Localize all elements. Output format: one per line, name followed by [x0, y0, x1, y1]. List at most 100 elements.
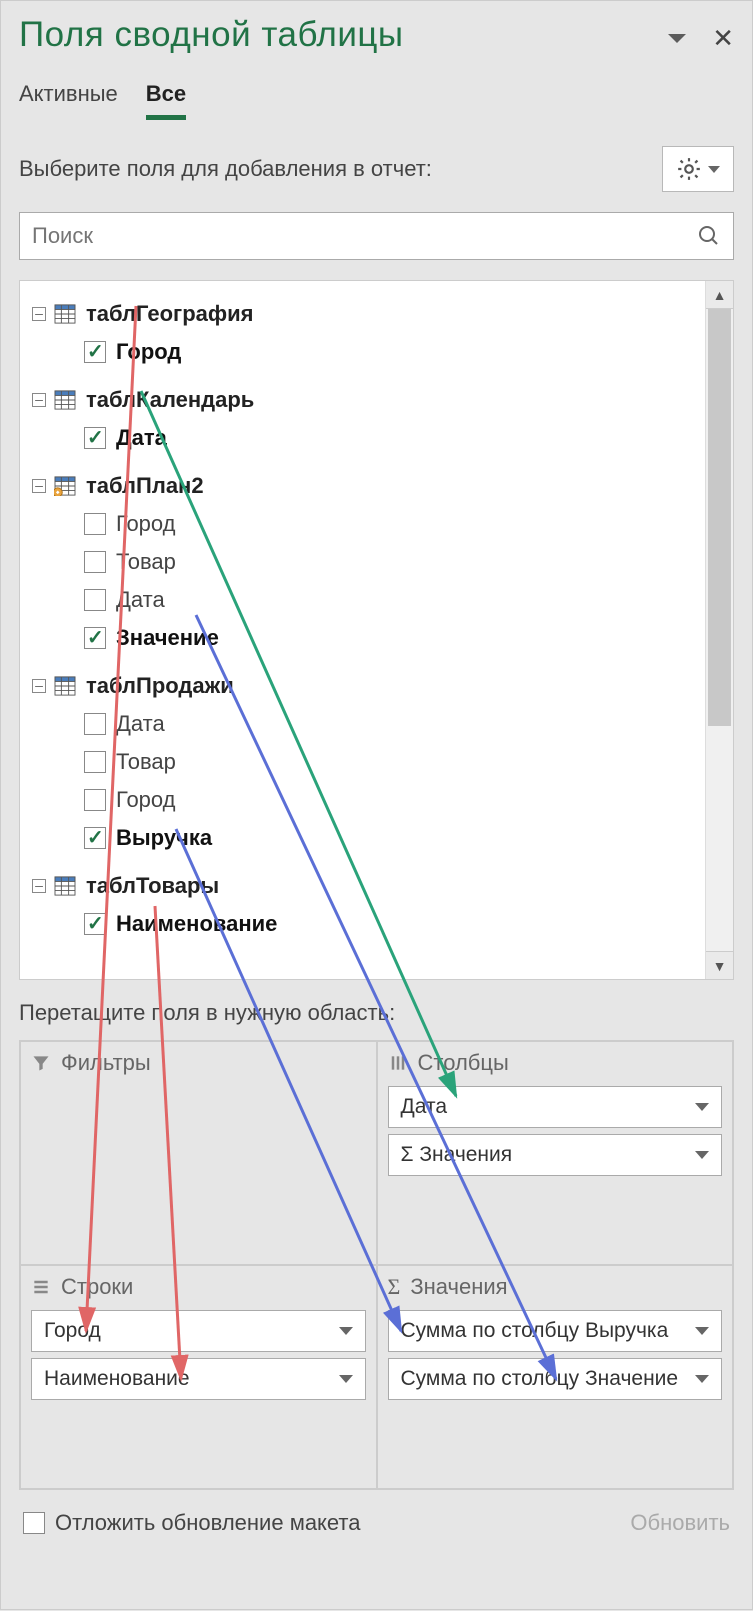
area-rows-header: Строки: [31, 1274, 366, 1300]
area-field-chip[interactable]: Сумма по столбцу Значение: [388, 1358, 723, 1400]
defer-layout-checkbox[interactable]: [23, 1512, 45, 1534]
area-rows[interactable]: Строки Город Наименование: [20, 1265, 377, 1489]
field-label: Город: [116, 787, 176, 813]
field-checkbox[interactable]: [84, 789, 106, 811]
field-label: Дата: [116, 587, 165, 613]
collapse-toggle[interactable]: –: [32, 479, 46, 493]
field-row[interactable]: Дата: [84, 419, 729, 457]
field-row[interactable]: Товар: [84, 743, 729, 781]
chip-label: Сумма по столбцу Значение: [401, 1367, 679, 1391]
field-tree-container: – таблГеография Город – таблКалендарь: [19, 280, 734, 980]
footer: Отложить обновление макета Обновить: [19, 1490, 734, 1550]
area-columns[interactable]: Столбцы Дата Σ Значения: [377, 1041, 734, 1265]
field-checkbox[interactable]: [84, 427, 106, 449]
field-row[interactable]: Город: [84, 505, 729, 543]
scroll-down-button[interactable]: ▼: [706, 951, 733, 979]
chevron-down-icon[interactable]: [695, 1103, 709, 1111]
table-name: таблКалендарь: [86, 387, 254, 413]
field-options-button[interactable]: [662, 146, 734, 192]
collapse-triangle-icon[interactable]: [668, 34, 686, 43]
field-row[interactable]: Наименование: [84, 905, 729, 943]
area-field-chip[interactable]: Дата: [388, 1086, 723, 1128]
tab-all[interactable]: Все: [146, 81, 186, 120]
field-checkbox[interactable]: [84, 713, 106, 735]
field-label: Дата: [116, 425, 167, 451]
field-row[interactable]: Дата: [84, 581, 729, 619]
area-columns-header: Столбцы: [388, 1050, 723, 1076]
search-icon: [697, 224, 721, 248]
close-icon[interactable]: ✕: [712, 25, 734, 51]
tree-table-header[interactable]: – таблПлан2: [32, 473, 729, 499]
search-input[interactable]: [32, 223, 697, 249]
tree-table-header[interactable]: – таблГеография: [32, 301, 729, 327]
collapse-toggle[interactable]: –: [32, 879, 46, 893]
drag-instruction: Перетащите поля в нужную область:: [19, 1000, 734, 1026]
chevron-down-icon[interactable]: [695, 1327, 709, 1335]
chevron-down-icon[interactable]: [695, 1375, 709, 1383]
field-checkbox[interactable]: [84, 751, 106, 773]
collapse-toggle[interactable]: –: [32, 679, 46, 693]
field-checkbox[interactable]: [84, 913, 106, 935]
field-tree[interactable]: – таблГеография Город – таблКалендарь: [20, 281, 733, 967]
table-fields: Город Товар Дата Значение: [84, 505, 729, 657]
field-row[interactable]: Выручка: [84, 819, 729, 857]
table-icon: [54, 304, 76, 324]
table-name: таблПродажи: [86, 673, 234, 699]
tree-table-header[interactable]: – таблТовары: [32, 873, 729, 899]
area-field-chip[interactable]: Наименование: [31, 1358, 366, 1400]
area-values[interactable]: Σ Значения Сумма по столбцу Выручка Сумм…: [377, 1265, 734, 1489]
field-row[interactable]: Значение: [84, 619, 729, 657]
collapse-toggle[interactable]: –: [32, 307, 46, 321]
field-label: Значение: [116, 625, 219, 651]
table-fields: Дата: [84, 419, 729, 457]
field-row[interactable]: Город: [84, 781, 729, 819]
area-columns-title: Столбцы: [418, 1050, 509, 1076]
table-icon: [54, 876, 76, 896]
field-label: Выручка: [116, 825, 212, 851]
area-rows-title: Строки: [61, 1274, 133, 1300]
table-icon: [54, 390, 76, 410]
field-checkbox[interactable]: [84, 513, 106, 535]
subheader-text: Выберите поля для добавления в отчет:: [19, 156, 432, 182]
field-checkbox[interactable]: [84, 827, 106, 849]
area-field-chip[interactable]: Σ Значения: [388, 1134, 723, 1176]
tree-table-node: – таблПродажи Дата Товар Город Выручка: [32, 673, 729, 857]
area-filters[interactable]: Фильтры: [20, 1041, 377, 1265]
field-row[interactable]: Дата: [84, 705, 729, 743]
field-row[interactable]: Товар: [84, 543, 729, 581]
scroll-thumb[interactable]: [708, 309, 731, 726]
area-field-chip[interactable]: Город: [31, 1310, 366, 1352]
chevron-down-icon[interactable]: [339, 1375, 353, 1383]
field-checkbox[interactable]: [84, 551, 106, 573]
pane-header: Поля сводной таблицы ✕: [19, 15, 734, 55]
scroll-up-button[interactable]: ▲: [706, 281, 733, 309]
pivot-fields-pane: Поля сводной таблицы ✕ Активные Все Выбе…: [1, 1, 752, 1609]
update-button[interactable]: Обновить: [630, 1510, 730, 1536]
collapse-toggle[interactable]: –: [32, 393, 46, 407]
search-box[interactable]: [19, 212, 734, 260]
field-checkbox[interactable]: [84, 589, 106, 611]
area-field-chip[interactable]: Сумма по столбцу Выручка: [388, 1310, 723, 1352]
gear-icon: [676, 156, 702, 182]
chevron-down-icon[interactable]: [695, 1151, 709, 1159]
table-name: таблПлан2: [86, 473, 204, 499]
tab-active[interactable]: Активные: [19, 81, 118, 120]
field-label: Товар: [116, 549, 176, 575]
scroll-track[interactable]: [706, 309, 733, 951]
rows-icon: [31, 1277, 51, 1297]
area-values-title: Значения: [410, 1274, 507, 1300]
table-icon: [54, 676, 76, 696]
tree-scrollbar[interactable]: ▲ ▼: [705, 281, 733, 979]
field-checkbox[interactable]: [84, 341, 106, 363]
chip-label: Σ Значения: [401, 1143, 513, 1167]
tree-table-header[interactable]: – таблКалендарь: [32, 387, 729, 413]
table-icon: [54, 476, 76, 496]
tree-table-header[interactable]: – таблПродажи: [32, 673, 729, 699]
defer-layout-row[interactable]: Отложить обновление макета: [23, 1510, 361, 1536]
tabs: Активные Все: [19, 81, 734, 120]
table-fields: Наименование: [84, 905, 729, 943]
chevron-down-icon[interactable]: [339, 1327, 353, 1335]
field-checkbox[interactable]: [84, 627, 106, 649]
field-row[interactable]: Город: [84, 333, 729, 371]
chevron-down-icon: [708, 166, 720, 173]
